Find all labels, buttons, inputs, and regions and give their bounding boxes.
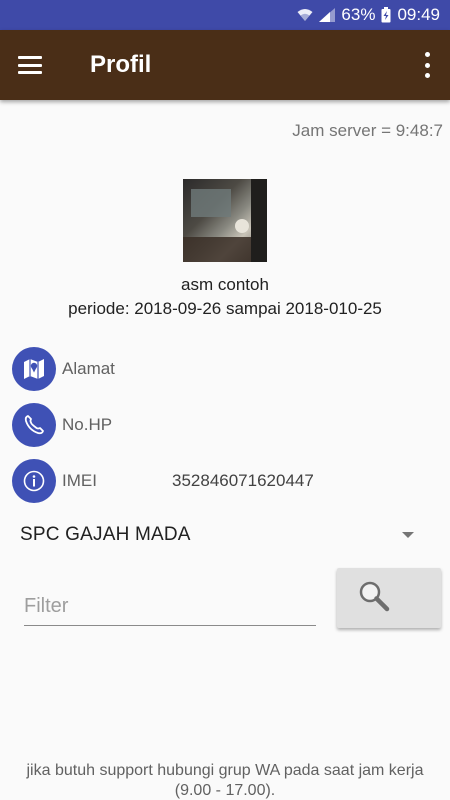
signal-icon xyxy=(319,8,336,22)
phone-label: No.HP xyxy=(62,415,113,434)
search-button[interactable] xyxy=(337,568,441,628)
wifi-icon xyxy=(297,8,313,22)
phone-row: No.HP xyxy=(12,403,112,447)
battery-charging-icon xyxy=(381,7,391,23)
imei-row: IMEI xyxy=(12,459,97,503)
imei-value: 352846071620447 xyxy=(172,471,314,490)
app-bar: Profil xyxy=(0,30,450,100)
server-time: Jam server = 9:48:7 xyxy=(292,121,443,140)
profile-photo xyxy=(183,179,267,262)
more-vert-icon[interactable] xyxy=(420,52,434,78)
user-name: asm contoh xyxy=(181,275,269,294)
support-note: jika butuh support hubungi grup WA pada … xyxy=(0,761,450,800)
support-note-line1: jika butuh support hubungi grup WA pada … xyxy=(26,762,424,779)
info-icon xyxy=(12,459,56,503)
hamburger-menu-icon[interactable] xyxy=(0,30,60,100)
periode-text: periode: 2018-09-26 sampai 2018-010-25 xyxy=(68,299,382,318)
map-icon xyxy=(12,347,56,391)
dropdown-arrow-icon xyxy=(402,532,414,538)
search-icon xyxy=(357,579,391,618)
page-title: Profil xyxy=(90,51,152,78)
imei-label: IMEI xyxy=(62,471,97,490)
address-label: Alamat xyxy=(62,359,115,378)
support-note-line2: (9.00 - 17.00). xyxy=(174,782,276,799)
status-bar: 63% 09:49 xyxy=(0,0,450,30)
address-row: Alamat xyxy=(12,347,115,391)
filter-input[interactable] xyxy=(24,588,316,626)
branch-dropdown-value: SPC GAJAH MADA xyxy=(20,524,191,545)
phone-icon xyxy=(12,403,56,447)
branch-dropdown[interactable]: SPC GAJAH MADA xyxy=(20,522,430,548)
status-time: 09:49 xyxy=(397,5,440,24)
battery-percent: 63% xyxy=(341,5,376,24)
